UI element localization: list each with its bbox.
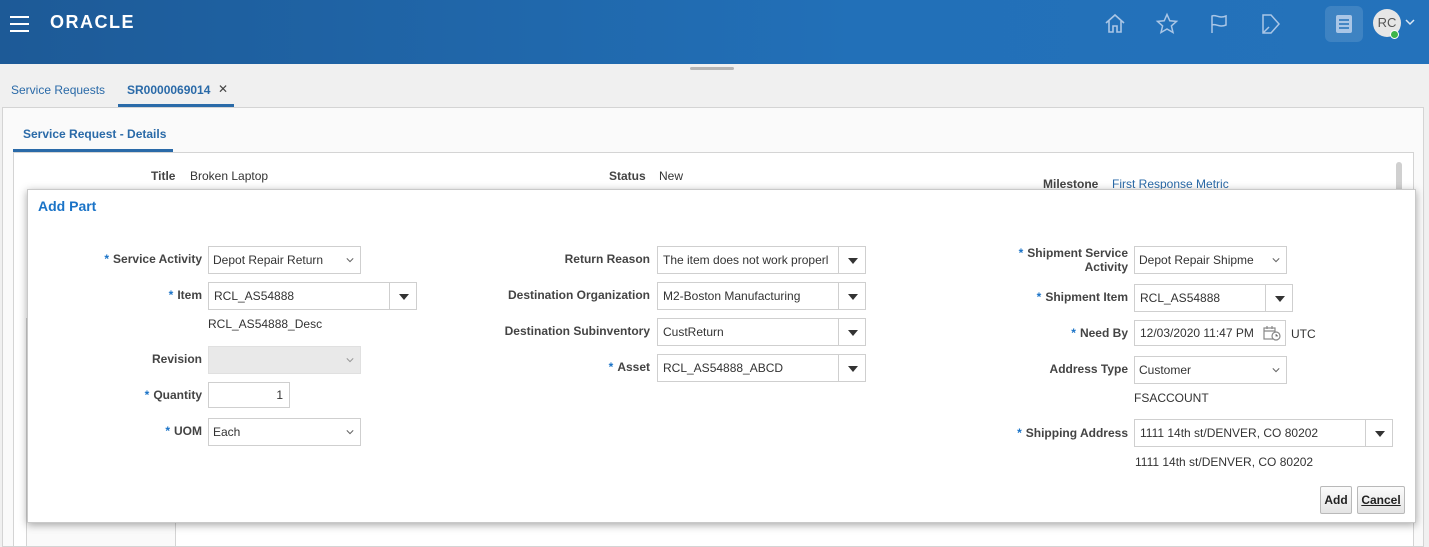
timezone-label: UTC bbox=[1291, 327, 1316, 341]
return-reason-label: Return Reason bbox=[564, 252, 650, 266]
shipment-service-activity-select[interactable]: Depot Repair Shipme bbox=[1134, 246, 1287, 274]
shipment-item-dropdown-button[interactable] bbox=[1265, 285, 1292, 311]
item-dropdown-button[interactable] bbox=[389, 283, 416, 309]
shipment-item-label: * Shipment Item bbox=[1036, 290, 1128, 304]
tab-strip: Service Requests SR0000069014 bbox=[0, 70, 1429, 108]
item-label: * Item bbox=[168, 288, 202, 302]
shipping-address-display: 1111 14th st/DENVER, CO 80202 bbox=[1135, 455, 1314, 469]
asset-dropdown-button[interactable] bbox=[838, 355, 865, 381]
add-button[interactable]: Add bbox=[1320, 486, 1352, 514]
tasks-button[interactable] bbox=[1325, 6, 1363, 42]
add-part-dialog: Add Part * Service Activity Depot Repair … bbox=[27, 189, 1416, 523]
service-activity-select[interactable]: Depot Repair Return bbox=[208, 246, 361, 274]
online-status-indicator bbox=[1390, 30, 1399, 39]
tab-service-request-details[interactable]: Service Request - Details bbox=[23, 127, 166, 141]
shipment-service-activity-label: * Shipment Service Activity bbox=[1018, 246, 1128, 274]
destination-organization-dropdown-button[interactable] bbox=[838, 283, 865, 309]
scrollbar[interactable] bbox=[1396, 162, 1402, 192]
top-bar: ORACLE RC bbox=[0, 0, 1429, 64]
tasks-icon bbox=[1336, 15, 1352, 33]
address-type-select[interactable]: Customer bbox=[1134, 356, 1287, 384]
shipment-item-combobox[interactable]: RCL_AS54888 bbox=[1134, 284, 1293, 312]
chevron-down-icon bbox=[1272, 258, 1280, 263]
status-label: Status bbox=[609, 169, 646, 183]
destination-subinventory-label: Destination Subinventory bbox=[504, 324, 650, 338]
title-value: Broken Laptop bbox=[190, 169, 269, 183]
menu-icon[interactable] bbox=[10, 16, 30, 32]
uom-select[interactable]: Each bbox=[208, 418, 361, 446]
asset-label: * Asset bbox=[608, 360, 650, 374]
tab-sr-detail[interactable]: SR0000069014 bbox=[127, 83, 210, 97]
shipping-address-dropdown-button[interactable] bbox=[1365, 420, 1392, 446]
oracle-logo: ORACLE bbox=[50, 12, 135, 32]
revision-select bbox=[208, 346, 361, 374]
shipping-address-combobox[interactable]: 1111 14th st/DENVER, CO 80202 bbox=[1134, 419, 1393, 447]
notifications-icon[interactable] bbox=[1259, 12, 1283, 36]
shipping-address-label: * Shipping Address bbox=[1017, 426, 1128, 440]
chevron-down-icon bbox=[1272, 368, 1280, 373]
quantity-label: * Quantity bbox=[144, 388, 202, 402]
asset-combobox[interactable]: RCL_AS54888_ABCD bbox=[657, 354, 866, 382]
title-label: Title bbox=[151, 169, 176, 183]
quantity-input[interactable]: 1 bbox=[208, 382, 290, 408]
chevron-down-icon bbox=[346, 358, 354, 363]
calendar-icon[interactable] bbox=[1263, 325, 1281, 341]
return-reason-dropdown-button[interactable] bbox=[838, 247, 865, 273]
cancel-button[interactable]: Cancel bbox=[1357, 486, 1405, 514]
destination-subinventory-combobox[interactable]: CustReturn bbox=[657, 318, 866, 346]
destination-subinventory-dropdown-button[interactable] bbox=[838, 319, 865, 345]
return-reason-combobox[interactable]: The item does not work properl bbox=[657, 246, 866, 274]
chevron-down-icon bbox=[346, 258, 354, 263]
status-value: New bbox=[659, 169, 684, 183]
destination-organization-label: Destination Organization bbox=[507, 288, 650, 302]
revision-label: Revision bbox=[151, 352, 202, 366]
favorites-star-icon[interactable] bbox=[1155, 12, 1179, 36]
close-tab-icon[interactable]: ✕ bbox=[218, 82, 228, 96]
home-icon[interactable] bbox=[1103, 12, 1127, 36]
service-activity-label: * Service Activity bbox=[104, 252, 202, 266]
account-name: FSACCOUNT bbox=[1134, 391, 1209, 405]
item-combobox[interactable]: RCL_AS54888 bbox=[208, 282, 417, 310]
tab-service-requests[interactable]: Service Requests bbox=[11, 83, 105, 97]
item-description: RCL_AS54888_Desc bbox=[208, 317, 323, 331]
destination-organization-combobox[interactable]: M2-Boston Manufacturing bbox=[657, 282, 866, 310]
watchlist-flag-icon[interactable] bbox=[1207, 12, 1231, 36]
uom-label: * UOM bbox=[165, 424, 202, 438]
address-type-label: Address Type bbox=[1049, 362, 1128, 376]
dialog-title: Add Part bbox=[38, 198, 97, 214]
chevron-down-icon bbox=[346, 430, 354, 435]
need-by-label: * Need By bbox=[1071, 326, 1128, 340]
chevron-down-icon[interactable] bbox=[1405, 18, 1415, 29]
